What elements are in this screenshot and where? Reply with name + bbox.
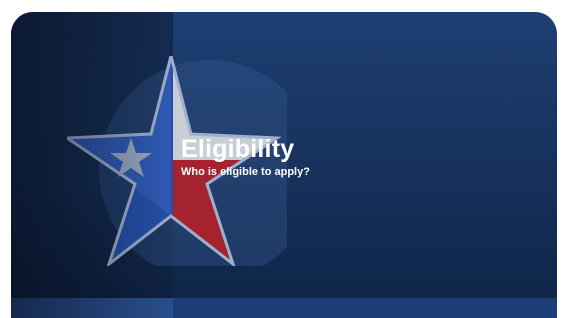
card-subtitle: Who is eligible to apply? (181, 166, 310, 178)
card-title: Eligibility (181, 135, 295, 163)
card-bottom-stripe-accent (11, 298, 173, 318)
eligibility-card[interactable]: Eligibility Who is eligible to apply? (11, 12, 557, 318)
card-text: Eligibility Who is eligible to apply? (181, 134, 310, 180)
